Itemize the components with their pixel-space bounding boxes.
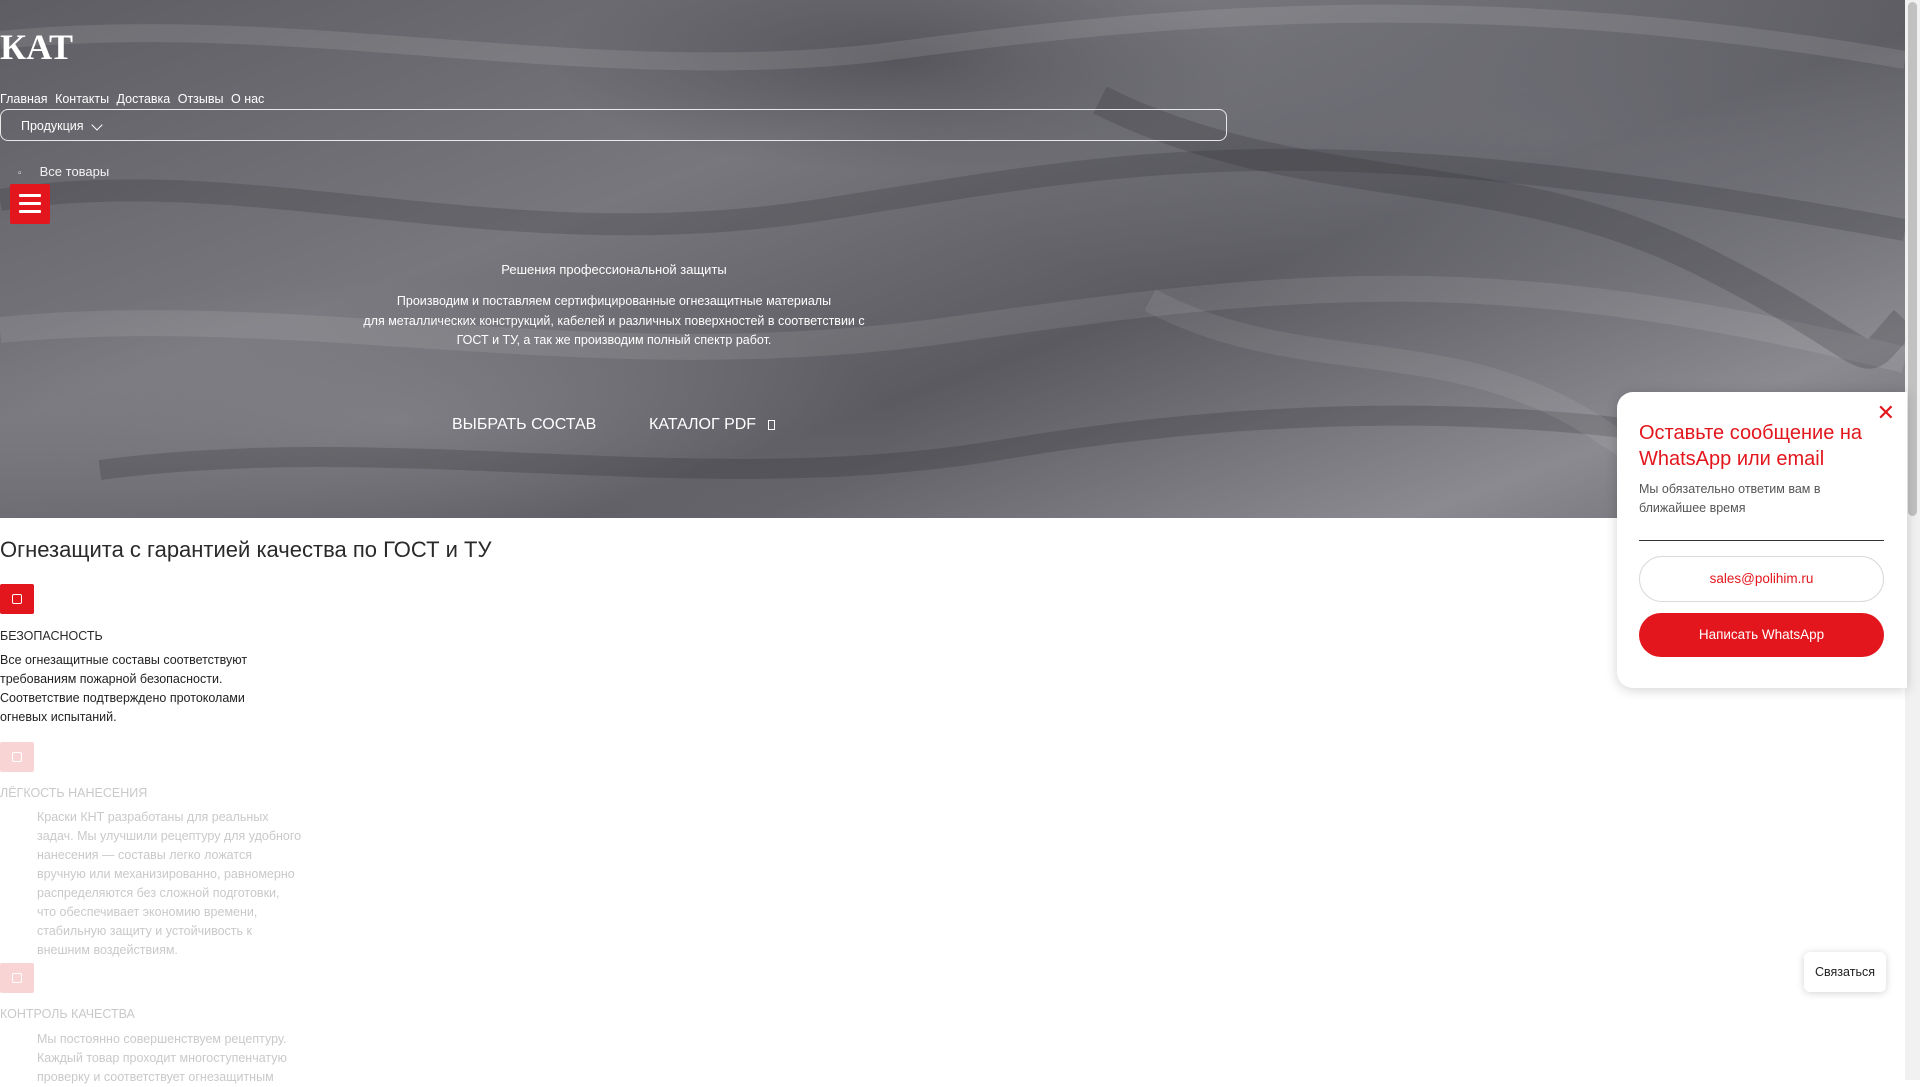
feature-text-line: Соответствие подтверждено протоколами (0, 691, 245, 705)
contact-popup: ✕ Оставьте сообщение на WhatsApp или ema… (1617, 392, 1907, 688)
scrollbar-thumb[interactable] (1908, 2, 1917, 516)
section-title: Огнезащита с гарантией качества по ГОСТ … (0, 537, 492, 562)
brush-icon (0, 742, 34, 772)
feature-text-line: внешним воздействиям. (37, 943, 178, 957)
nav-item-delivery[interactable]: Доставка (117, 92, 171, 106)
popup-subtitle: Мы обязательно ответим вам в ближайшее в… (1639, 482, 1821, 515)
feature-text-line: огневых испытаний. (0, 710, 117, 724)
logo[interactable]: КАТ (0, 26, 80, 64)
feature-text: Мы постоянно совершенствуем рецептуру. К… (37, 1030, 287, 1087)
email-button[interactable]: sales@polihim.ru (1639, 556, 1884, 602)
feature-text-line: задач. Мы улучшили рецептуру для удобног… (37, 829, 302, 843)
feature-text-line: требованиям пожарной безопасности. (0, 672, 223, 686)
all-goods-link[interactable]: ▫ Все товары (18, 164, 109, 179)
download-icon (768, 420, 776, 430)
hero-subtitle: Решения профессиональной защиты (501, 262, 727, 277)
feature-text-line: проверку и соответствует огнезащитным (37, 1070, 274, 1084)
feature-text-line: распределяются без сложной подготовки, (37, 886, 280, 900)
hero-description-line: Производим и поставляем сертифицированны… (396, 294, 832, 308)
feature-text: Все огнезащитные составы соответствуют т… (0, 651, 247, 727)
feature-text-line: Все огнезащитные составы соответствуют (0, 653, 248, 667)
check-icon (0, 963, 34, 993)
feature-title: БЕЗОПАСНОСТЬ (0, 629, 103, 643)
whatsapp-button[interactable]: Написать WhatsApp (1639, 613, 1884, 657)
feature-title: ЛЁГКОСТЬ НАНЕСЕНИЯ (0, 786, 148, 800)
burger-line (19, 202, 41, 205)
feature-text-line: стабильную защиту и устойчивость к (37, 924, 252, 938)
feature-text-line: вручную или механизированно, равномерно (37, 867, 295, 881)
burger-menu-button[interactable] (10, 184, 50, 224)
feature-title: КОНТРОЛЬ КАЧЕСТВА (0, 1007, 135, 1021)
hero-description-line: ГОСТ и ТУ, а так же производим полный сп… (456, 333, 772, 347)
chevron-down-icon (91, 119, 103, 131)
feature-text-line: Мы постоянно совершенствуем рецептуру. (37, 1032, 287, 1046)
popup-title: Оставьте сообщение на WhatsApp или email (1639, 422, 1863, 470)
burger-line (19, 194, 41, 197)
page-scrollbar[interactable] (1905, 0, 1920, 1080)
feature-text-line: Краски КНТ разработаны для реальных (37, 810, 269, 824)
grid-icon: ▫ (18, 168, 22, 179)
feature-text-line: Каждый товар проходит многоступенчатую (37, 1051, 287, 1065)
catalog-pdf-button[interactable]: КАТАЛОГ PDF (649, 416, 776, 434)
catalog-pdf-label: КАТАЛОГ PDF (649, 416, 757, 433)
nav-item-contacts[interactable]: Контакты (55, 92, 109, 106)
hero-description-line: для металлических конструкций, кабелей и… (363, 313, 865, 328)
burger-line (19, 210, 41, 213)
all-goods-label: Все товары (39, 164, 110, 179)
main-nav: Главная Контакты Доставка Отзывы О нас (0, 92, 268, 106)
nav-item-about[interactable]: О нас (231, 92, 264, 106)
products-dropdown[interactable]: Продукция (0, 109, 1227, 141)
feature-text-line: что обеспечивает экономию времени, (37, 905, 258, 919)
products-dropdown-label: Продукция (21, 119, 84, 133)
popup-divider (1639, 540, 1884, 541)
nav-item-home[interactable]: Главная (0, 92, 48, 106)
feature-text-line: нанесения — составы легко ложатся (37, 848, 252, 862)
feature-text: Краски КНТ разработаны для реальных зада… (37, 808, 301, 960)
close-icon[interactable]: ✕ (1877, 400, 1895, 426)
choose-composition-button[interactable]: ВЫБРАТЬ СОСТАВ (452, 416, 596, 434)
shield-icon (0, 584, 34, 614)
contact-us-button[interactable]: Связаться (1804, 952, 1886, 992)
svg-text:КАТ: КАТ (0, 27, 73, 64)
nav-item-reviews[interactable]: Отзывы (178, 92, 224, 106)
hero-description: Производим и поставляем сертифицированны… (350, 292, 878, 351)
